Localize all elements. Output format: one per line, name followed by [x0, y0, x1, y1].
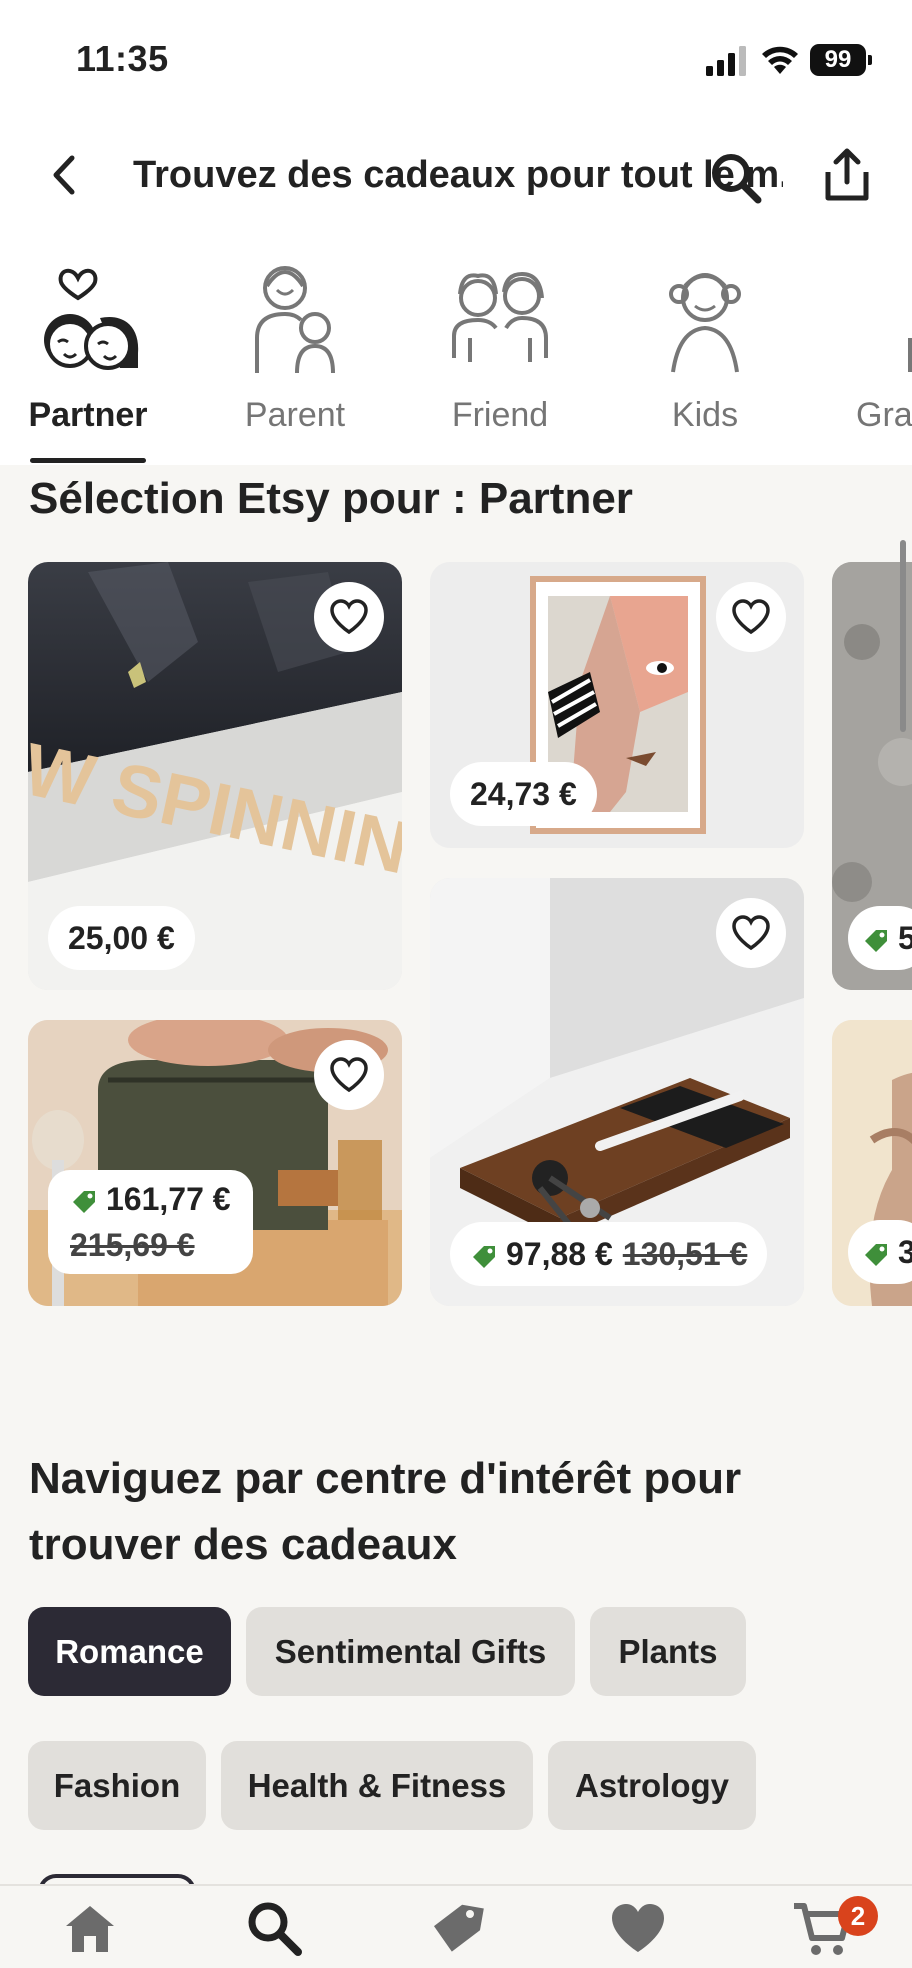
status-bar: 11:35 99: [0, 0, 912, 120]
deals-tag-icon[interactable]: [424, 1896, 488, 1960]
chip-sentimental-gifts[interactable]: Sentimental Gifts: [246, 1607, 575, 1696]
favorite-button[interactable]: [716, 898, 786, 968]
share-icon[interactable]: [818, 146, 876, 204]
favorite-button[interactable]: [314, 1040, 384, 1110]
tab-parent[interactable]: Parent: [215, 230, 375, 465]
search-icon[interactable]: [708, 150, 764, 206]
chip-health-fitness[interactable]: Health & Fitness: [221, 1741, 533, 1830]
price-tag: 97,88 €130,51 €: [450, 1222, 768, 1286]
chip-astrology[interactable]: Astrology: [548, 1741, 756, 1830]
home-icon[interactable]: [58, 1896, 122, 1960]
chip-romance[interactable]: Romance: [28, 1607, 231, 1696]
tab-label: Parent: [244, 396, 346, 434]
price-tag: 25,00 €: [48, 906, 195, 970]
heart-outline-icon: [732, 915, 770, 951]
price-tag: 5: [848, 906, 912, 970]
price: 25,00 €: [68, 920, 175, 956]
tab-partner[interactable]: Partner: [0, 230, 176, 465]
favorites-heart-icon[interactable]: [606, 1896, 670, 1960]
battery-indicator: 99: [810, 44, 872, 76]
chip-plants[interactable]: Plants: [590, 1607, 746, 1696]
sale-tag-icon: [73, 1190, 95, 1213]
sale-price: 5: [898, 920, 912, 956]
sale-tag-icon: [865, 929, 887, 952]
search-icon[interactable]: [242, 1896, 306, 1960]
heart-outline-icon: [330, 599, 368, 635]
back-arrow-icon[interactable]: [44, 150, 84, 200]
product-card[interactable]: 97,88 €130,51 €: [430, 878, 804, 1306]
original-price: 130,51 €: [622, 1236, 748, 1272]
favorite-button[interactable]: [314, 582, 384, 652]
parent-icon: [255, 266, 335, 374]
kid-icon: [669, 273, 741, 373]
top-app-bar: Trouvez des cadeaux pour tout le m...: [0, 120, 912, 230]
heart-outline-icon: [732, 599, 770, 635]
price-tag: 24,73 €: [450, 762, 597, 826]
price-tag: 3: [848, 1220, 912, 1284]
sale-tag-icon: [473, 1245, 495, 1268]
tab-label: Partner: [28, 396, 148, 434]
tab-friend[interactable]: Friend: [420, 230, 580, 465]
page-title: Trouvez des cadeaux pour tout le m...: [133, 154, 783, 196]
couple-icon: [44, 268, 139, 370]
tab-label: Kids: [671, 396, 739, 434]
status-time: 11:35: [76, 38, 169, 79]
cart-count-badge: 2: [838, 1896, 878, 1936]
tab-kids[interactable]: Kids: [625, 230, 785, 465]
sale-tag-icon: [865, 1243, 887, 1266]
browse-section-title: Naviguez par centre d'intérêt pour trouv…: [29, 1454, 742, 1569]
bottom-navigation: [0, 1884, 912, 1968]
scroll-indicator[interactable]: [900, 540, 906, 732]
sale-price: 161,77 €: [106, 1181, 231, 1217]
product-card[interactable]: 24,73 €: [430, 562, 804, 848]
friends-icon: [452, 271, 548, 362]
product-card[interactable]: 3: [832, 1020, 912, 1306]
cellular-signal-icon: [706, 46, 746, 76]
wifi-icon: [762, 46, 798, 74]
tab-grandparent[interactable]: Gra: [840, 230, 912, 465]
active-tab-indicator: [30, 458, 146, 463]
price-tag: 161,77 € 215,69 €: [48, 1170, 253, 1274]
sale-price: 3: [898, 1234, 912, 1270]
tab-label: Friend: [451, 396, 549, 434]
section-title: Sélection Etsy pour : Partner: [29, 474, 633, 523]
product-card[interactable]: W SPINNING 25,00 €: [28, 562, 402, 990]
price: 24,73 €: [470, 776, 577, 812]
favorite-button[interactable]: [716, 582, 786, 652]
recipient-tabs: Partner Parent Friend Kids Gra: [0, 230, 912, 465]
tab-label: Gra: [856, 396, 912, 434]
heart-outline-icon: [330, 1057, 368, 1093]
grandparent-icon: [908, 338, 912, 372]
original-price: 215,69 €: [70, 1227, 195, 1263]
product-card[interactable]: 161,77 € 215,69 €: [28, 1020, 402, 1306]
chip-fashion[interactable]: Fashion: [28, 1741, 206, 1830]
sale-price: 97,88 €: [506, 1236, 613, 1272]
